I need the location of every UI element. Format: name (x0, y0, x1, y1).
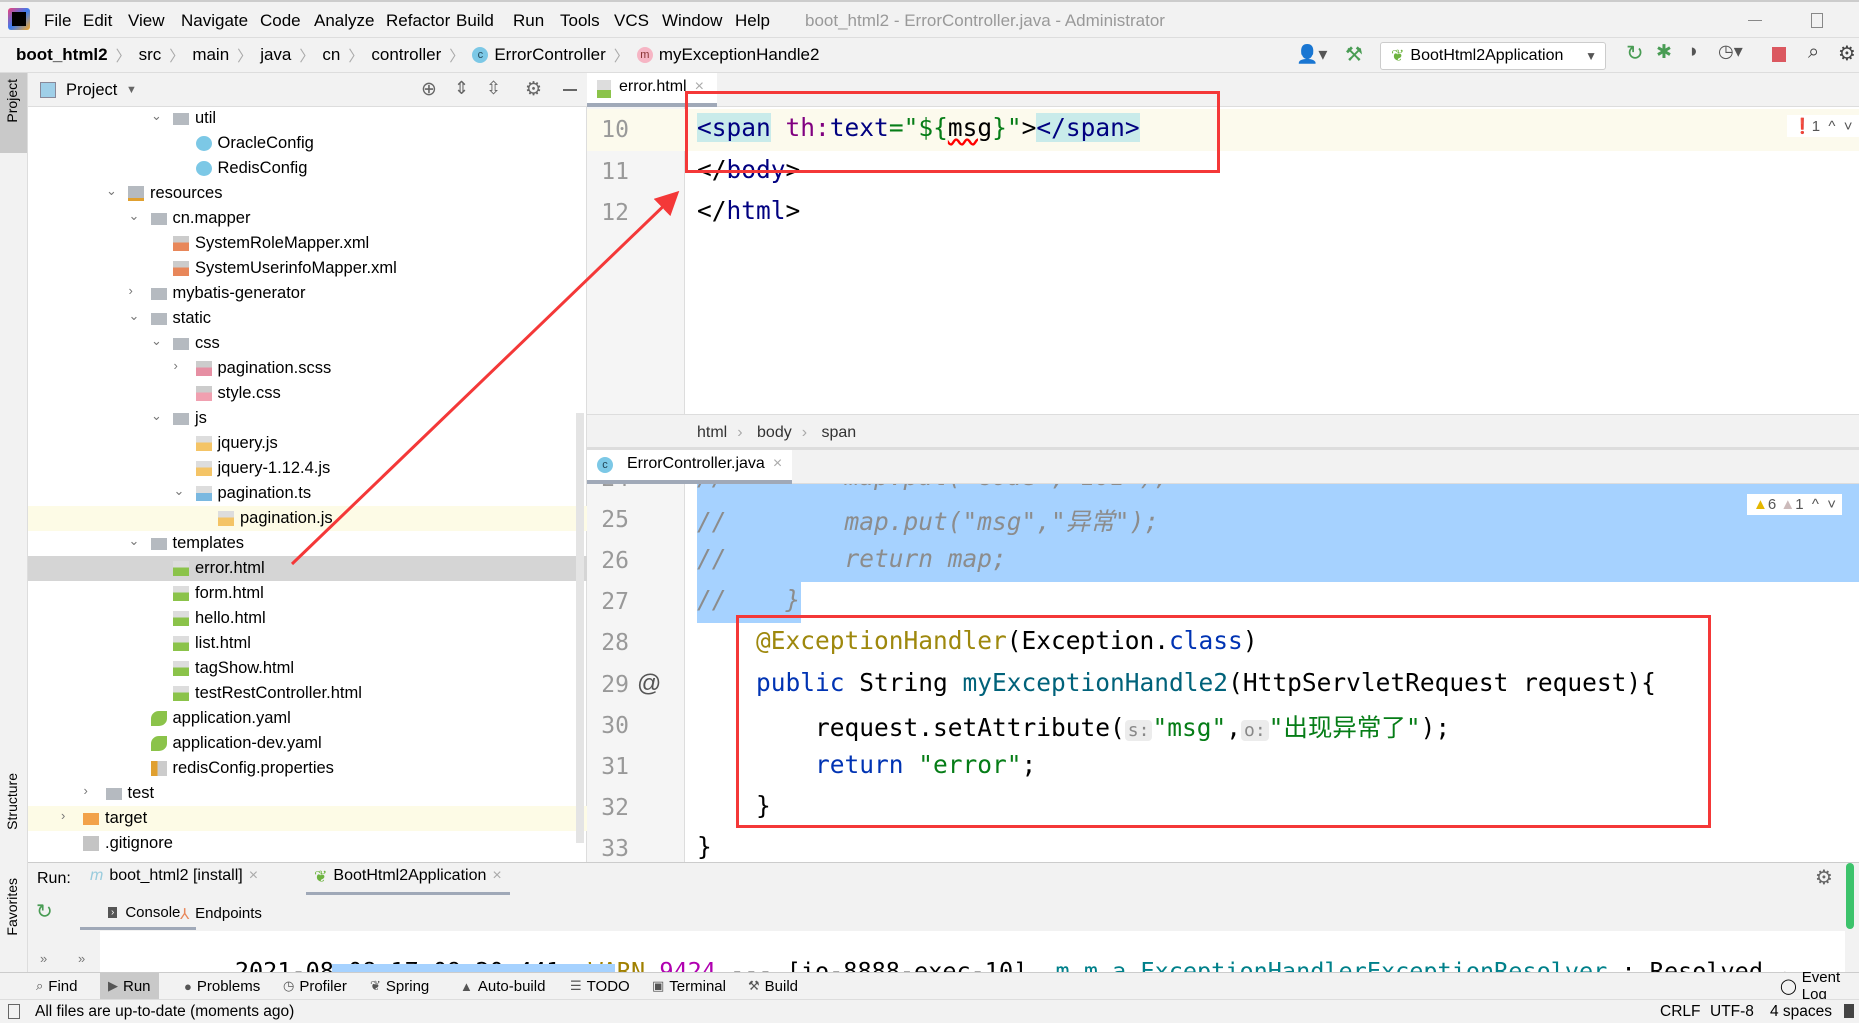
tool-window-bar: ⌕ Find ▶ Run ● Problems ◷ Profiler ❦ Spring ▲ Auto-… (0, 969, 1859, 1003)
status-message: All files are up-to-date (moments ago) (35, 1003, 295, 1020)
auto-build-icon: ▲ (460, 978, 473, 994)
tool-problems[interactable]: ● Problems (176, 973, 268, 999)
rerun-icon[interactable]: ↻ (36, 899, 53, 924)
tool-label: Profiler (299, 977, 347, 995)
tool-run[interactable]: ▶ Run (100, 973, 159, 999)
problems-icon: ● (184, 978, 192, 994)
tool-label: Spring (385, 977, 430, 995)
more-icon[interactable]: » (40, 951, 47, 966)
status-icon[interactable] (8, 1004, 20, 1019)
todo-icon: ☰ (570, 978, 582, 993)
run-tab-app[interactable]: ❦ BootHtml2Application × (306, 867, 510, 895)
tool-label: Run (123, 977, 151, 995)
indent[interactable]: 4 spaces (1770, 1003, 1832, 1021)
tool-label: Auto-build (477, 977, 546, 995)
tool-spring[interactable]: ❦ Spring (362, 973, 437, 999)
tool-terminal[interactable]: ▣ Terminal (644, 973, 734, 999)
endpoints-tab[interactable]: ⅄ Endpoints (180, 897, 262, 930)
build-icon: ⚒ (748, 978, 760, 993)
tool-build[interactable]: ⚒ Build (740, 973, 806, 999)
terminal-icon: ▣ (652, 978, 665, 993)
tool-label: Build (764, 977, 799, 995)
spring-boot-icon: ❦ (314, 869, 328, 886)
run-label: Run: (37, 870, 71, 887)
tool-profiler[interactable]: ◷ Profiler (275, 973, 355, 999)
more-icon[interactable]: » (78, 951, 85, 966)
status-bar: All files are up-to-date (moments ago) C… (0, 999, 1859, 1023)
maven-icon: m (90, 867, 104, 884)
run-scrollbar[interactable] (1846, 863, 1854, 929)
tool-label: TODO (586, 977, 630, 995)
settings-icon[interactable]: ⚙ (1815, 865, 1833, 890)
run-panel: Run: m boot_html2 [install] × ❦ BootHtml2Ap… (28, 862, 1859, 973)
close-icon[interactable]: × (492, 867, 501, 892)
line-separator[interactable]: CRLF (1660, 1003, 1700, 1021)
run-tab-maven[interactable]: m boot_html2 [install] × (90, 867, 258, 895)
spring-icon: ❦ (370, 978, 381, 993)
find-icon: ⌕ (36, 978, 44, 993)
tool-label: Find (48, 977, 78, 995)
console-tab[interactable]: › Console (80, 897, 197, 930)
console-output[interactable]: 2021-08-08 17:09:20.441 WARN 9424 --- [i… (100, 931, 1845, 973)
tool-todo[interactable]: ☰ TODO (562, 973, 638, 999)
lock-icon[interactable] (1844, 1004, 1854, 1018)
tool-auto-build[interactable]: ▲ Auto-build (452, 973, 553, 999)
endpoints-icon: ⅄ (180, 905, 190, 923)
tool-label: Terminal (669, 977, 726, 995)
tool-find[interactable]: ⌕ Find (28, 973, 85, 999)
event-log-icon: ◯ (1780, 978, 1797, 995)
profiler-icon: ◷ (283, 978, 295, 993)
run-icon: ▶ (108, 978, 118, 993)
event-log-button[interactable]: ◯ Event Log (1772, 969, 1859, 1003)
encoding[interactable]: UTF-8 (1710, 1003, 1754, 1021)
tool-label: Problems (196, 977, 261, 995)
close-icon[interactable]: × (249, 867, 258, 895)
console-icon: › (108, 906, 118, 918)
